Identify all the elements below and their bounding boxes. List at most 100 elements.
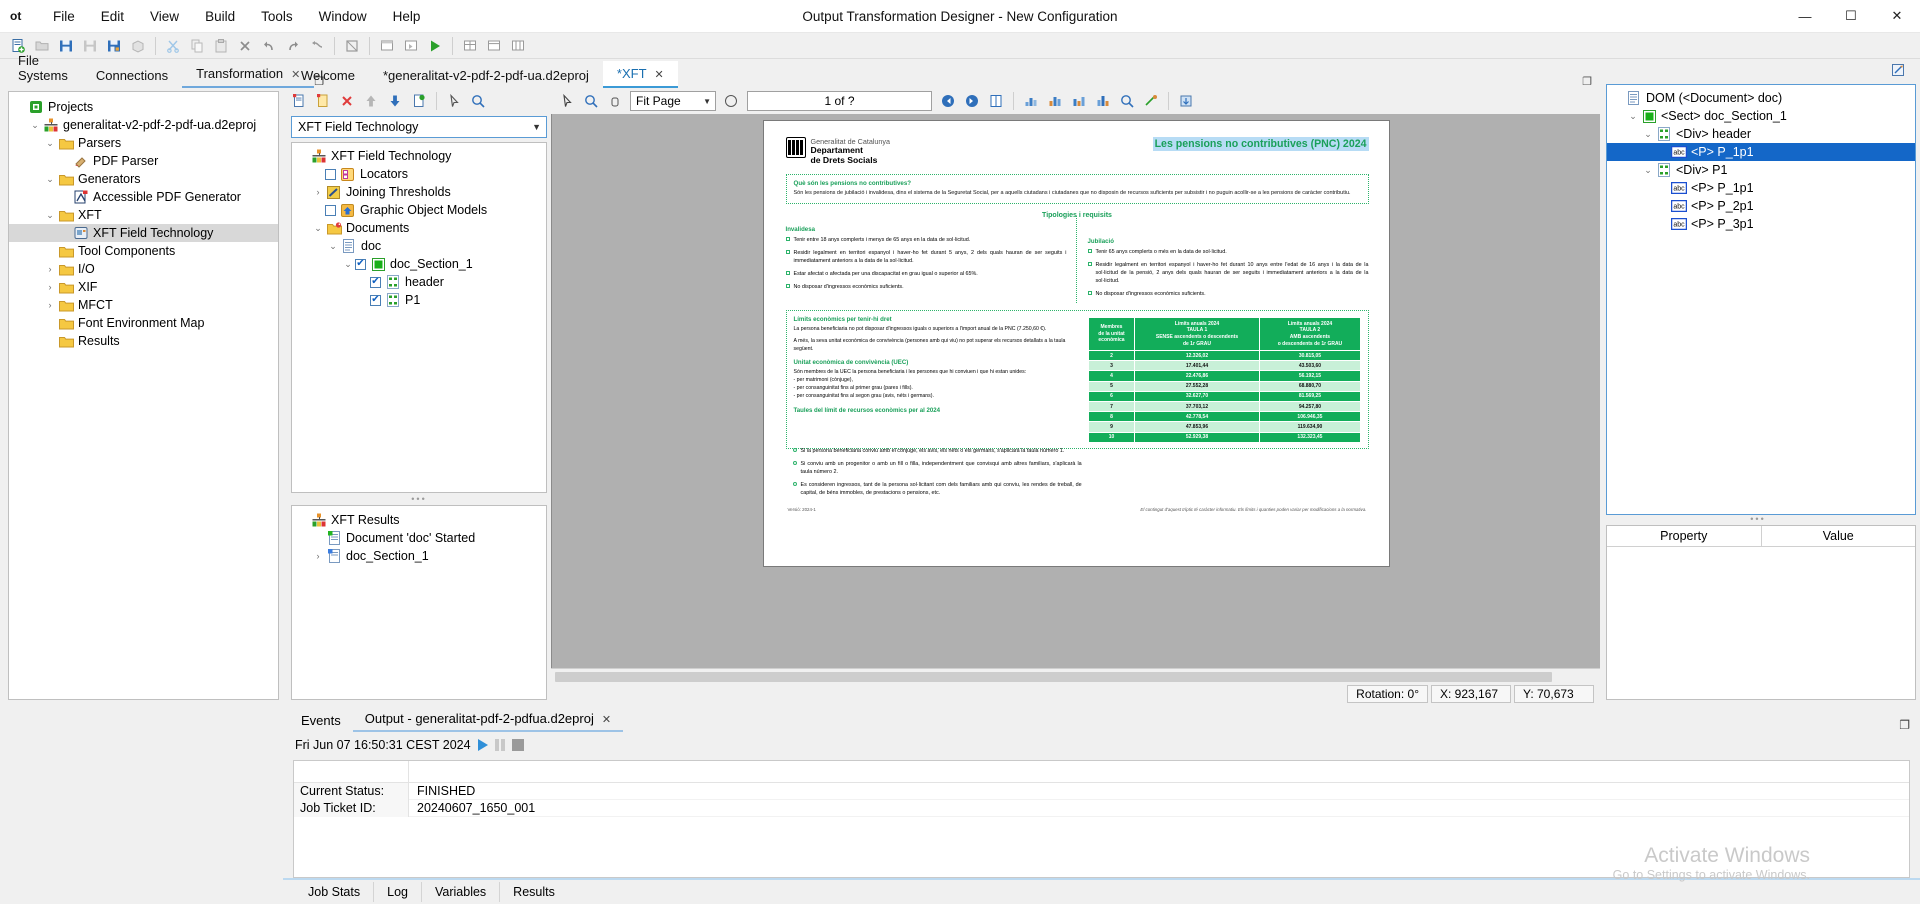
menu-view[interactable]: View xyxy=(137,5,192,28)
tree-node[interactable]: › MFCT xyxy=(9,296,278,314)
revert-icon[interactable] xyxy=(306,35,328,57)
properties-icon[interactable] xyxy=(408,90,430,112)
select-cursor-icon[interactable] xyxy=(443,90,465,112)
tree-checkbox[interactable] xyxy=(355,258,366,270)
tree-node[interactable]: ⌄ doc xyxy=(292,237,546,255)
document-page[interactable]: Generalitat de Catalunya Departament de … xyxy=(763,121,1389,566)
fit-mode-select[interactable]: Fit Page ▼ xyxy=(630,91,716,111)
job-subtab-results[interactable]: Results xyxy=(500,882,568,902)
search-preview-icon[interactable] xyxy=(1116,90,1138,112)
bottom-dock-maximize-icon[interactable]: ❐ xyxy=(1899,718,1920,732)
copy-icon[interactable] xyxy=(186,35,208,57)
menu-tools[interactable]: Tools xyxy=(248,5,306,28)
tree-node[interactable]: P1 xyxy=(292,291,546,309)
preview-stage[interactable]: Generalitat de Catalunya Departament de … xyxy=(551,114,1600,668)
editor-tab[interactable]: *generalitat-v2-pdf-2-pdf-ua.d2eproj xyxy=(369,63,603,88)
grid-icon[interactable] xyxy=(459,35,481,57)
tree-node[interactable]: › XIF xyxy=(9,278,278,296)
panel-splitter-handle[interactable]: ••• xyxy=(287,495,551,505)
new-document-icon[interactable] xyxy=(288,90,310,112)
bottom-tab[interactable]: Output - generalitat-pdf-2-pdfua.d2eproj… xyxy=(352,707,624,732)
tree-node[interactable]: Graphic Object Models xyxy=(292,201,546,219)
stop-icon[interactable] xyxy=(511,739,524,751)
crop-icon[interactable] xyxy=(341,35,363,57)
chevron-down-icon[interactable]: ⌄ xyxy=(43,174,57,185)
tree-node[interactable]: ⌄ Documents xyxy=(292,219,546,237)
export-icon[interactable] xyxy=(1175,90,1197,112)
save-as-icon[interactable] xyxy=(79,35,101,57)
properties-panel[interactable]: Property Value xyxy=(1606,525,1916,700)
job-subtab-variables[interactable]: Variables xyxy=(422,882,501,902)
paste-icon[interactable] xyxy=(210,35,232,57)
tree-node[interactable]: Document 'doc' Started xyxy=(292,529,546,547)
remove-icon[interactable] xyxy=(336,90,358,112)
tree-node[interactable]: ⌄ generalitat-v2-pdf-2-pdf-ua.d2eproj xyxy=(9,116,278,134)
columns-icon[interactable] xyxy=(507,35,529,57)
undo-icon[interactable] xyxy=(258,35,280,57)
chevron-right-icon[interactable]: › xyxy=(43,300,57,310)
chevron-right-icon[interactable]: › xyxy=(43,282,57,292)
maximize-button[interactable]: ☐ xyxy=(1828,0,1874,33)
tree-node[interactable]: header xyxy=(292,273,546,291)
menu-edit[interactable]: Edit xyxy=(88,5,137,28)
tree-node[interactable]: Font Environment Map xyxy=(9,314,278,332)
close-button[interactable]: ✕ xyxy=(1874,0,1920,33)
dock-tab-connections[interactable]: Connections xyxy=(82,63,182,88)
chevron-down-icon[interactable]: ⌄ xyxy=(1641,129,1655,140)
table-icon[interactable] xyxy=(483,35,505,57)
tree-checkbox[interactable] xyxy=(325,204,336,216)
cut-icon[interactable] xyxy=(162,35,184,57)
preview-horizontal-scrollbar[interactable] xyxy=(551,668,1600,684)
structure-icon[interactable] xyxy=(1020,90,1042,112)
chevron-down-icon[interactable]: ⌄ xyxy=(1626,111,1640,122)
move-up-icon[interactable] xyxy=(360,90,382,112)
build-icon[interactable] xyxy=(400,35,422,57)
edit-dom-icon[interactable] xyxy=(1887,59,1909,81)
tree-node[interactable]: PDF Parser xyxy=(9,152,278,170)
chevron-down-icon[interactable]: ⌄ xyxy=(43,210,57,221)
tree-node[interactable]: ⌄ <Div> header xyxy=(1607,125,1915,143)
job-subtab-job-stats[interactable]: Job Stats xyxy=(295,882,375,902)
tree-node[interactable]: abc <P> P_2p1 xyxy=(1607,197,1915,215)
tree-node[interactable]: abc <P> P_3p1 xyxy=(1607,215,1915,233)
editor-tab[interactable]: Welcome xyxy=(287,63,369,88)
zoom-in-icon[interactable] xyxy=(467,90,489,112)
page-indicator[interactable]: 1 of ? xyxy=(747,91,932,111)
tree-node[interactable]: ⌄ Parsers xyxy=(9,134,278,152)
tree-node[interactable]: Tool Components xyxy=(9,242,278,260)
tree-node[interactable]: abc <P> P_1p1 xyxy=(1607,143,1915,161)
chevron-down-icon[interactable]: ▼ xyxy=(703,97,711,106)
menu-build[interactable]: Build xyxy=(192,5,248,28)
minimize-button[interactable]: — xyxy=(1782,0,1828,33)
tree-node[interactable]: ⌄ XFT xyxy=(9,206,278,224)
menu-window[interactable]: Window xyxy=(306,5,380,28)
settings-preview-icon[interactable] xyxy=(1140,90,1162,112)
tree-node[interactable]: › doc_Section_1 xyxy=(292,547,546,565)
chevron-down-icon[interactable]: ⌄ xyxy=(326,241,340,252)
editor-restore-icon[interactable]: ❐ xyxy=(1582,75,1600,88)
pan-hand-icon[interactable] xyxy=(604,90,626,112)
pause-icon[interactable] xyxy=(494,739,505,751)
dock-tab-file-systems[interactable]: File Systems xyxy=(4,48,82,88)
new-section-icon[interactable] xyxy=(312,90,334,112)
xft-tree[interactable]: XFT Field Technology Locators › Joining Thr… xyxy=(291,142,547,493)
last-page-icon[interactable] xyxy=(961,90,983,112)
tree-node[interactable]: XFT Results xyxy=(292,511,546,529)
redo-icon[interactable] xyxy=(282,35,304,57)
list-icon[interactable] xyxy=(376,35,398,57)
tree-node[interactable]: Accessible PDF Generator xyxy=(9,188,278,206)
dom-tree[interactable]: DOM (<Document> doc) ⌄ <Sect> doc_Section_… xyxy=(1606,84,1916,515)
dom-splitter-handle[interactable]: ••• xyxy=(1600,515,1916,525)
chevron-right-icon[interactable]: › xyxy=(43,264,57,274)
package-icon[interactable] xyxy=(127,35,149,57)
xft-results-panel[interactable]: XFT Results Document 'doc' Started › doc_Se… xyxy=(291,505,547,700)
tree-node[interactable]: XFT Field Technology xyxy=(292,147,546,165)
play-icon[interactable] xyxy=(477,739,488,751)
tree-node[interactable]: Projects xyxy=(9,98,278,116)
tree-checkbox[interactable] xyxy=(370,276,381,288)
tree-node[interactable]: › I/O xyxy=(9,260,278,278)
chevron-down-icon[interactable]: ⌄ xyxy=(43,138,57,149)
chevron-down-icon[interactable]: ⌄ xyxy=(341,259,355,270)
chevron-down-icon[interactable]: ▼ xyxy=(532,122,541,132)
annotations-icon[interactable] xyxy=(1068,90,1090,112)
